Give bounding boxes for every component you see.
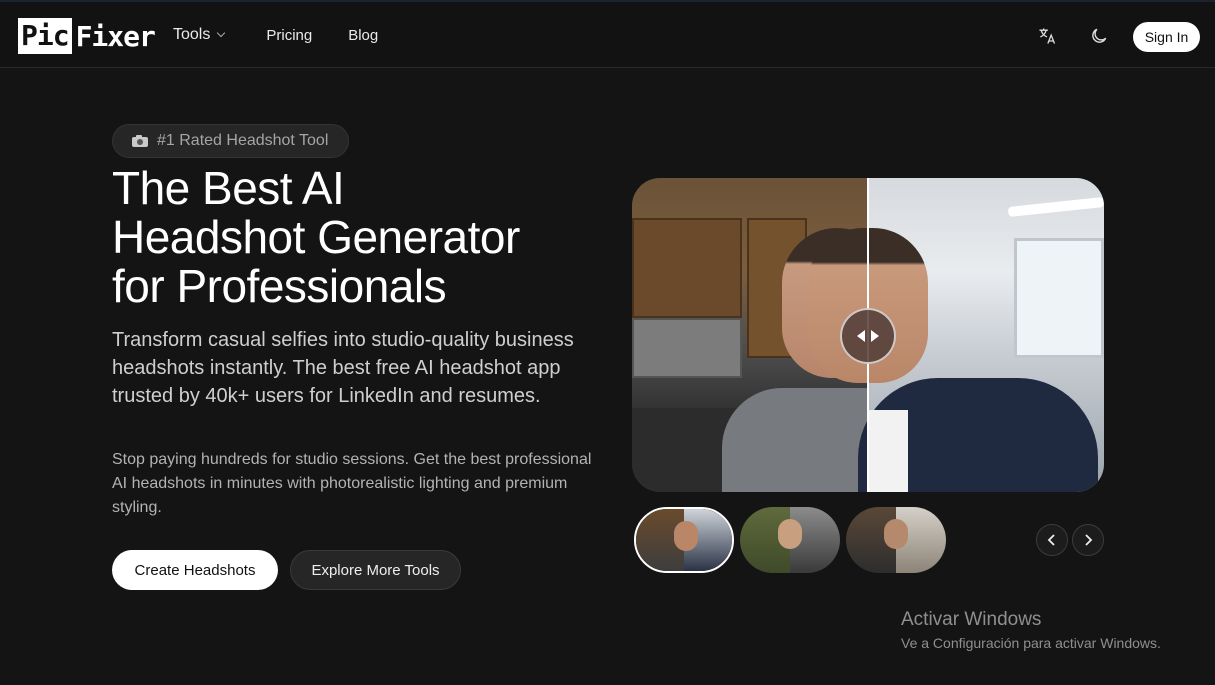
translate-icon[interactable] [1037,26,1057,46]
hero-subtext: Stop paying hundreds for studio sessions… [112,451,592,516]
thumbnail-2[interactable] [740,507,840,573]
nav-pricing[interactable]: Pricing [266,27,312,44]
create-headshots-button[interactable]: Create Headshots [112,550,278,590]
white-shirt [868,410,908,492]
moon-icon[interactable] [1089,26,1109,46]
hero-title: The Best AI Headshot Generator for Profe… [112,164,612,311]
logo-fixer: Fixer [75,19,156,53]
sign-in-button[interactable]: Sign In [1133,22,1200,52]
kitchen-cabinet [632,218,742,318]
carousel-next-button[interactable] [1072,524,1104,556]
rated-badge: #1 Rated Headshot Tool [112,124,349,158]
before-after-compare[interactable] [632,178,1104,492]
carousel-prev-button[interactable] [1036,524,1068,556]
chevron-right-icon [1085,534,1093,546]
chevron-down-icon [217,28,226,38]
nav-tools[interactable]: Tools [173,26,226,44]
hero-lead: Transform casual selfies into studio-qua… [112,329,574,407]
thumbnail-strip [634,507,952,573]
microwave [632,318,742,378]
site-header: Pic Fixer Tools Pricing Blog Sign In [0,0,1215,68]
chevron-left-icon [1047,534,1055,546]
hero-title-line-3: for Professionals [112,260,447,312]
compare-slider-handle[interactable] [840,308,896,364]
windows-activation-title: Activar Windows [901,609,1042,630]
picfixer-logo[interactable]: Pic Fixer [18,17,156,55]
hero-title-line-1: The Best AI [112,162,345,214]
badge-text: #1 Rated Headshot Tool [157,132,329,149]
logo-pic: Pic [18,18,72,54]
office-window [1014,238,1104,358]
thumbnail-3[interactable] [846,507,946,573]
explore-more-tools-button[interactable]: Explore More Tools [290,550,461,590]
camera-icon [132,135,148,147]
thumbnail-1[interactable] [634,507,734,573]
windows-activation-subtitle: Ve a Configuración para activar Windows. [901,635,1161,651]
ceiling-light [1007,197,1104,217]
main-nav: Tools Pricing Blog [173,26,414,44]
left-right-arrows-icon [857,330,879,342]
nav-blog[interactable]: Blog [348,27,378,44]
nav-tools-label: Tools [173,26,211,43]
after-image [808,178,1104,492]
hero-title-line-2: Headshot Generator [112,211,520,263]
